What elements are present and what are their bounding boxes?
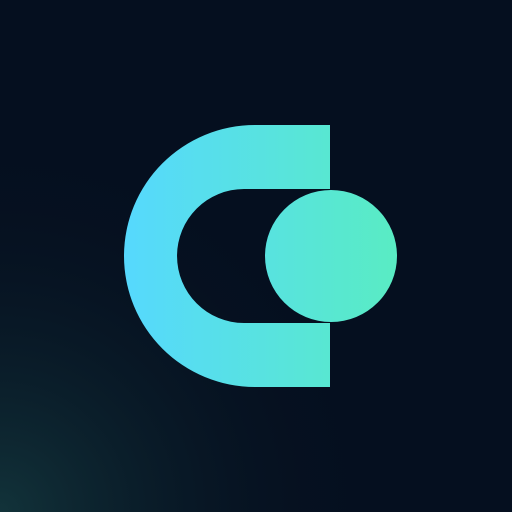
- app-icon: [0, 0, 512, 512]
- background-glow: [0, 0, 512, 512]
- logo-svg: [0, 0, 512, 512]
- dot-icon: [265, 190, 397, 322]
